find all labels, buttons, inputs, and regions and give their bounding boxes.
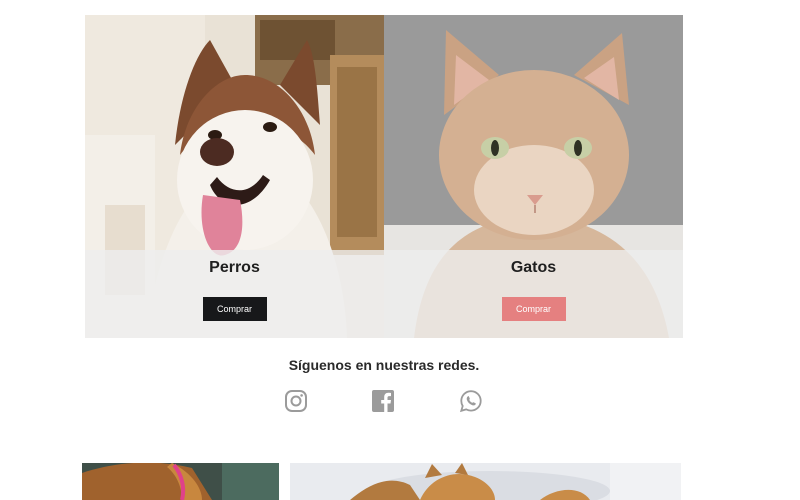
product-thumbnail-dog[interactable] [82,463,279,500]
card-caption-panel: Perros Comprar [85,250,384,338]
buy-dogs-button[interactable]: Comprar [202,297,267,321]
category-card-dogs[interactable]: Perros Comprar [85,15,384,338]
buy-cats-button[interactable]: Comprar [501,297,566,321]
facebook-icon[interactable] [371,389,395,413]
whatsapp-icon[interactable] [459,389,483,413]
category-title-dogs: Perros [209,259,260,276]
page: Perros Comprar Gatos Comprar Síguenos en… [0,0,800,500]
product-thumbnail-cat[interactable] [290,463,681,500]
category-card-cats[interactable]: Gatos Comprar [384,15,683,338]
instagram-icon[interactable] [284,389,308,413]
category-title-cats: Gatos [510,259,557,276]
social-heading: Síguenos en nuestras redes. [288,357,480,373]
card-caption-panel: Gatos Comprar [384,250,683,338]
